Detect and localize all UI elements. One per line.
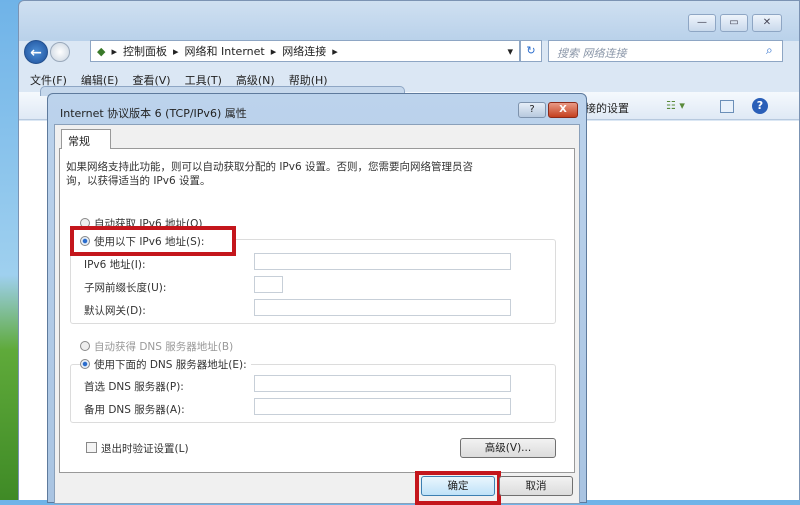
address-bar[interactable]: ◆ ▸ 控制面板 ▸ 网络和 Internet ▸ 网络连接 ▸ ▾	[90, 40, 520, 62]
breadcrumb-control-panel[interactable]: 控制面板	[123, 43, 167, 59]
validate-label: 退出时验证设置(L)	[101, 443, 189, 455]
manual-ip-radio[interactable]: 使用以下 IPv6 地址(S):	[80, 234, 204, 249]
gateway-label: 默认网关(D):	[84, 305, 146, 317]
manual-dns-label: 使用下面的 DNS 服务器地址(E):	[94, 359, 247, 371]
ok-button[interactable]: 确定	[421, 476, 495, 496]
dialog-title: Internet 协议版本 6 (TCP/IPv6) 属性	[60, 107, 247, 120]
close-window-button[interactable]: ✕	[752, 14, 782, 32]
breadcrumb-network-connections[interactable]: 网络连接	[282, 43, 326, 59]
manual-ip-label: 使用以下 IPv6 地址(S):	[94, 236, 205, 248]
refresh-icon[interactable]: ↻	[520, 40, 542, 62]
search-input[interactable]: 搜索 网络连接	[548, 40, 783, 62]
help-icon[interactable]: ?	[752, 98, 768, 114]
network-folder-icon: ◆	[97, 44, 106, 58]
prefix-label: 子网前缀长度(U):	[84, 282, 167, 294]
view-options-icon[interactable]: ☷ ▾	[666, 99, 685, 112]
advanced-button[interactable]: 高级(V)...	[460, 438, 556, 458]
auto-dns-label: 自动获得 DNS 服务器地址(B)	[94, 341, 234, 353]
preferred-dns-label: 首选 DNS 服务器(P):	[84, 381, 184, 393]
alternate-dns-label: 备用 DNS 服务器(A):	[84, 404, 185, 416]
dialog-body: 常规 如果网络支持此功能，则可以自动获取分配的 IPv6 设置。否则，您需要向网…	[54, 124, 580, 505]
minimize-button[interactable]: —	[688, 14, 716, 32]
preview-pane-icon[interactable]	[720, 100, 734, 113]
alternate-dns-input[interactable]	[254, 398, 511, 415]
description-line-2: 询，以获得适当的 IPv6 设置。	[66, 175, 211, 187]
ipv6-label: IPv6 地址(I):	[84, 259, 146, 271]
dropdown-arrow-icon[interactable]: ▾	[507, 45, 513, 58]
search-icon[interactable]: ⌕	[766, 43, 773, 58]
preferred-dns-input[interactable]	[254, 375, 511, 392]
prefix-length-input[interactable]	[254, 276, 283, 293]
validate-checkbox[interactable]: 退出时验证设置(L)	[86, 441, 189, 456]
back-arrow-icon[interactable]: ←	[24, 40, 48, 64]
general-panel: 如果网络支持此功能，则可以自动获取分配的 IPv6 设置。否则，您需要向网络管理…	[59, 148, 575, 473]
toolbar-connection-settings[interactable]: 接的设置	[585, 100, 629, 116]
close-button[interactable]: X	[548, 102, 578, 118]
manual-dns-radio[interactable]: 使用下面的 DNS 服务器地址(E):	[80, 357, 251, 372]
description-line-1: 如果网络支持此功能，则可以自动获取分配的 IPv6 设置。否则，您需要向网络管理…	[66, 161, 473, 173]
ipv6-address-input[interactable]	[254, 253, 511, 270]
maximize-button[interactable]: ▭	[720, 14, 748, 32]
breadcrumb-network-internet[interactable]: 网络和 Internet	[185, 43, 265, 59]
help-button[interactable]: ?	[518, 102, 546, 118]
cancel-button[interactable]: 取消	[499, 476, 573, 496]
gateway-input[interactable]	[254, 299, 511, 316]
ipv6-properties-dialog: Internet 协议版本 6 (TCP/IPv6) 属性 ? X 常规 如果网…	[47, 93, 587, 505]
forward-arrow-icon[interactable]	[50, 42, 70, 62]
auto-dns-radio[interactable]: 自动获得 DNS 服务器地址(B)	[80, 339, 233, 354]
tab-general[interactable]: 常规	[61, 129, 111, 149]
